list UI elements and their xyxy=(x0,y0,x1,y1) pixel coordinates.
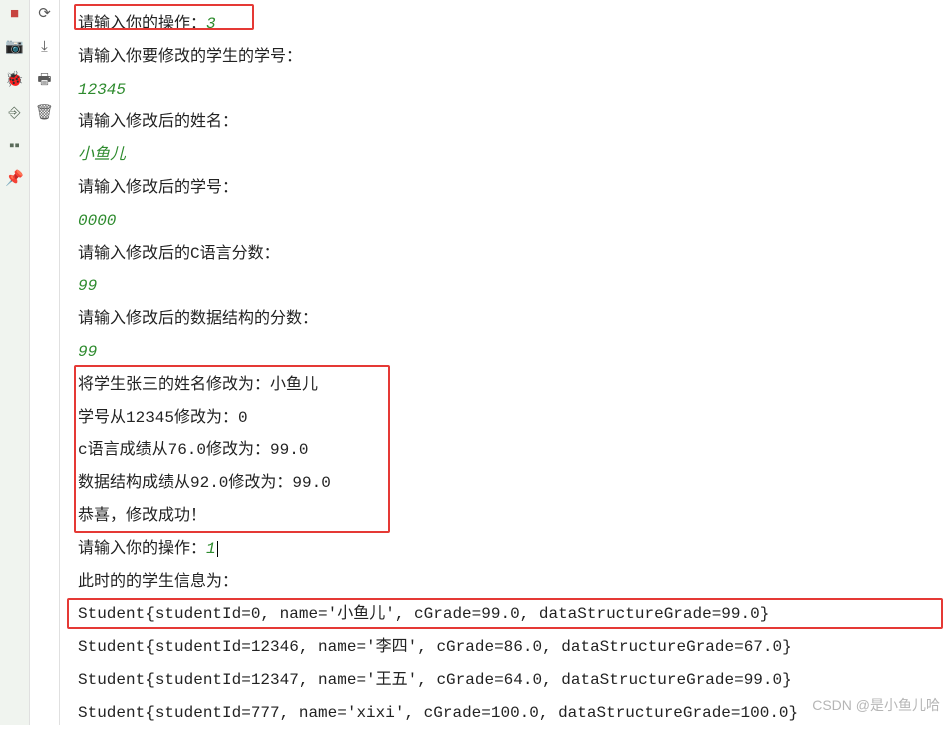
user-input: 99 xyxy=(78,270,932,303)
sidebar-mid: ⟳ ⤓ 🖶 🗑 xyxy=(30,0,60,725)
console-line: 请输入你的操作：3 xyxy=(78,8,932,41)
wrap-icon[interactable]: ⟳ xyxy=(38,6,51,21)
exit-icon[interactable]: ⎆ xyxy=(8,105,20,120)
console-output[interactable]: 请输入你的操作：3 请输入你要修改的学生的学号： 12345 请输入修改后的姓名… xyxy=(60,0,950,725)
user-input: 小鱼儿 xyxy=(78,139,932,172)
prompt-text: 请输入你的操作： xyxy=(78,15,206,33)
console-line: 请输入你要修改的学生的学号： xyxy=(78,41,932,74)
console-line: 数据结构成绩从92.0修改为：99.0 xyxy=(78,467,932,500)
console-line: 请输入修改后的学号： xyxy=(78,172,932,205)
user-input: 12345 xyxy=(78,74,932,107)
console-line: 请输入修改后的数据结构的分数： xyxy=(78,303,932,336)
console-line: 此时的的学生信息为： xyxy=(78,566,932,599)
console-line: Student{studentId=0, name='小鱼儿', cGrade=… xyxy=(78,598,932,631)
console-line: Student{studentId=12347, name='王五', cGra… xyxy=(78,664,932,697)
text-cursor xyxy=(217,541,218,557)
user-input: 1 xyxy=(206,540,216,558)
console-line: 请输入你的操作：1 xyxy=(78,533,932,566)
console-line: Student{studentId=12346, name='李四', cGra… xyxy=(78,631,932,664)
user-input: 3 xyxy=(206,15,216,33)
bug-icon[interactable]: 🐞 xyxy=(5,72,24,87)
console-line: 学号从12345修改为：0 xyxy=(78,402,932,435)
print-icon[interactable]: 🖶 xyxy=(37,72,51,87)
trash-icon[interactable]: 🗑 xyxy=(35,105,54,120)
camera-icon[interactable]: 📷 xyxy=(5,39,24,54)
pin-icon[interactable]: 📌 xyxy=(5,171,24,186)
scroll-down-icon[interactable]: ⤓ xyxy=(41,39,48,54)
watermark-text: CSDN @是小鱼儿哈 xyxy=(812,691,940,720)
console-line: 将学生张三的姓名修改为：小鱼儿 xyxy=(78,369,932,402)
console-line: 请输入修改后的姓名： xyxy=(78,106,932,139)
user-input: 99 xyxy=(78,336,932,369)
prompt-text: 请输入你的操作： xyxy=(78,540,206,558)
stop-icon[interactable]: ■ xyxy=(10,6,19,21)
user-input: 0000 xyxy=(78,205,932,238)
sidebar-left: ■ 📷 🐞 ⎆ ▪▪ 📌 xyxy=(0,0,30,725)
console-line: 恭喜，修改成功！ xyxy=(78,500,932,533)
console-line: c语言成绩从76.0修改为：99.0 xyxy=(78,434,932,467)
console-line: 请输入修改后的C语言分数： xyxy=(78,238,932,271)
layout-icon[interactable]: ▪▪ xyxy=(9,138,20,153)
